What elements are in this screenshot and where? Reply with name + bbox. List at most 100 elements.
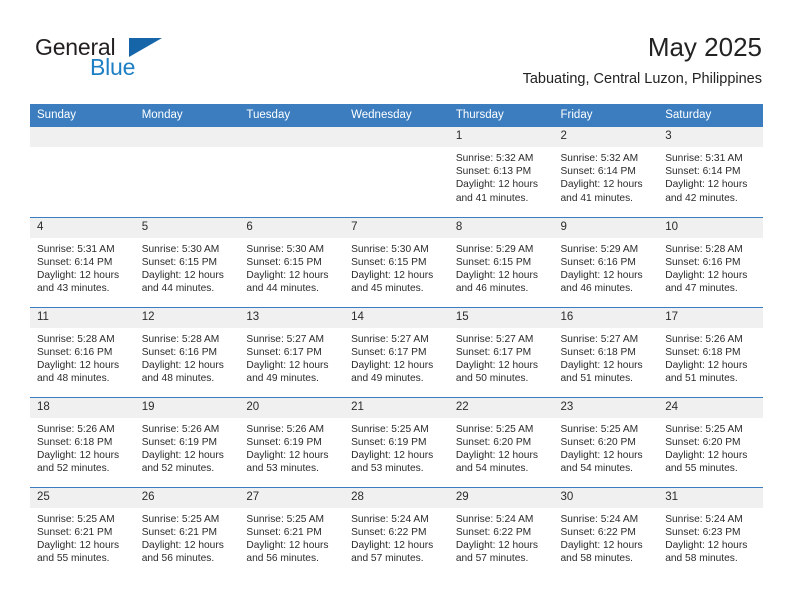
day-detail-line: Daylight: 12 hours bbox=[351, 449, 434, 461]
day-detail-line: Daylight: 12 hours bbox=[37, 359, 120, 371]
day-detail-line: and 44 minutes. bbox=[246, 283, 319, 295]
brand-logo[interactable]: General Blue bbox=[30, 32, 250, 88]
day-detail-line: Sunset: 6:16 PM bbox=[141, 346, 218, 358]
day-number: 3 bbox=[658, 127, 763, 147]
calendar-day-cell[interactable]: 5 Sunrise: 5:30 AM Sunset: 6:15 PM Daylight… bbox=[134, 216, 240, 307]
day-detail-line: and 56 minutes. bbox=[141, 553, 215, 565]
calendar-day-cell[interactable]: 26 Sunrise: 5:25 AM Sunset: 6:21 PM Dayligh… bbox=[134, 486, 240, 577]
calendar-day-cell[interactable]: 22 Sunrise: 5:25 AM Sunset: 6:20 PM Dayligh… bbox=[448, 396, 554, 487]
day-number bbox=[30, 127, 135, 147]
day-detail-line: Sunset: 6:21 PM bbox=[37, 526, 113, 538]
day-detail-line: Sunrise: 5:27 AM bbox=[351, 333, 429, 345]
day-details: Sunrise: 5:25 AM Sunset: 6:21 PM Daylight:… bbox=[30, 508, 135, 566]
day-number: 26 bbox=[134, 487, 240, 508]
calendar-day-cell[interactable]: 16 Sunrise: 5:27 AM Sunset: 6:18 PM Dayligh… bbox=[553, 306, 659, 397]
day-details: Sunrise: 5:25 AM Sunset: 6:20 PM Daylight:… bbox=[658, 418, 763, 476]
day-detail-line: Daylight: 12 hours bbox=[246, 539, 329, 551]
day-details: Sunrise: 5:30 AM Sunset: 6:15 PM Daylight:… bbox=[344, 238, 449, 296]
calendar-day-cell[interactable]: 7 Sunrise: 5:30 AM Sunset: 6:15 PM Daylight… bbox=[344, 216, 449, 307]
day-details: Sunrise: 5:25 AM Sunset: 6:20 PM Daylight:… bbox=[449, 418, 554, 476]
day-details: Sunrise: 5:30 AM Sunset: 6:15 PM Daylight:… bbox=[135, 238, 240, 296]
day-detail-line: Daylight: 12 hours bbox=[141, 449, 224, 461]
day-number: 13 bbox=[239, 307, 345, 328]
day-detail-line: and 58 minutes. bbox=[665, 553, 738, 565]
day-detail-line: Daylight: 12 hours bbox=[665, 539, 748, 551]
calendar-day-cell[interactable]: 9 Sunrise: 5:29 AM Sunset: 6:16 PM Daylight… bbox=[553, 216, 659, 307]
calendar-day-cell[interactable]: 23 Sunrise: 5:25 AM Sunset: 6:20 PM Dayligh… bbox=[553, 396, 659, 487]
page-subtitle: Tabuating, Central Luzon, Philippines bbox=[522, 71, 762, 87]
calendar-day-cell[interactable]: 3 Sunrise: 5:31 AM Sunset: 6:14 PM Daylight… bbox=[658, 127, 763, 217]
day-detail-line: Sunset: 6:16 PM bbox=[37, 346, 113, 358]
calendar-day-cell[interactable]: 12 Sunrise: 5:28 AM Sunset: 6:16 PM Dayligh… bbox=[134, 306, 240, 397]
calendar-day-cell[interactable]: 1 Sunrise: 5:32 AM Sunset: 6:13 PM Daylight… bbox=[448, 127, 554, 217]
day-number: 19 bbox=[134, 397, 240, 418]
day-detail-line: Daylight: 12 hours bbox=[246, 449, 329, 461]
day-number: 18 bbox=[30, 397, 135, 418]
calendar-day-cell[interactable]: 31 Sunrise: 5:24 AM Sunset: 6:23 PM Dayligh… bbox=[658, 486, 763, 577]
day-detail-line: and 49 minutes. bbox=[246, 373, 319, 385]
day-number: 17 bbox=[658, 307, 763, 328]
calendar-day-cell[interactable]: 6 Sunrise: 5:30 AM Sunset: 6:15 PM Daylight… bbox=[239, 216, 345, 307]
calendar-day-cell[interactable]: 21 Sunrise: 5:25 AM Sunset: 6:19 PM Dayligh… bbox=[344, 396, 449, 487]
day-detail-line: Sunset: 6:17 PM bbox=[351, 346, 427, 358]
day-detail-line: Daylight: 12 hours bbox=[455, 269, 538, 281]
day-details: Sunrise: 5:25 AM Sunset: 6:21 PM Daylight:… bbox=[135, 508, 240, 566]
day-detail-line: Sunset: 6:16 PM bbox=[665, 256, 741, 268]
day-detail-line: Sunset: 6:20 PM bbox=[665, 436, 741, 448]
day-detail-line: Sunrise: 5:27 AM bbox=[455, 333, 534, 345]
calendar-day-cell[interactable]: 30 Sunrise: 5:24 AM Sunset: 6:22 PM Dayligh… bbox=[553, 486, 659, 577]
calendar-day-cell[interactable]: 15 Sunrise: 5:27 AM Sunset: 6:17 PM Dayligh… bbox=[448, 306, 554, 397]
calendar-day-cell[interactable]: 17 Sunrise: 5:26 AM Sunset: 6:18 PM Dayligh… bbox=[658, 306, 763, 397]
calendar-day-cell[interactable]: 10 Sunrise: 5:28 AM Sunset: 6:16 PM Dayligh… bbox=[658, 216, 763, 307]
day-detail-line: Sunrise: 5:29 AM bbox=[455, 243, 534, 255]
day-number bbox=[344, 127, 449, 147]
day-detail-line: Sunset: 6:15 PM bbox=[351, 256, 427, 268]
calendar-day-cell[interactable]: 19 Sunrise: 5:26 AM Sunset: 6:19 PM Dayligh… bbox=[134, 396, 240, 487]
calendar-day-cell[interactable]: 2 Sunrise: 5:32 AM Sunset: 6:14 PM Daylight… bbox=[553, 127, 659, 217]
day-detail-line: Sunrise: 5:25 AM bbox=[141, 513, 220, 525]
calendar-day-cell[interactable]: 4 Sunrise: 5:31 AM Sunset: 6:14 PM Daylight… bbox=[30, 216, 135, 307]
day-number: 9 bbox=[553, 217, 659, 238]
day-number: 20 bbox=[239, 397, 345, 418]
day-detail-line: Sunset: 6:13 PM bbox=[455, 166, 532, 178]
day-detail-line: Daylight: 12 hours bbox=[37, 269, 120, 281]
day-detail-line: Daylight: 12 hours bbox=[37, 539, 120, 551]
calendar-day-cell[interactable]: 14 Sunrise: 5:27 AM Sunset: 6:17 PM Dayligh… bbox=[344, 306, 449, 397]
day-detail-line: and 41 minutes. bbox=[455, 192, 529, 204]
day-detail-line: and 55 minutes. bbox=[37, 553, 110, 565]
day-detail-line: Daylight: 12 hours bbox=[665, 359, 748, 371]
day-detail-line: Sunset: 6:17 PM bbox=[455, 346, 532, 358]
calendar-day-cell[interactable]: 8 Sunrise: 5:29 AM Sunset: 6:15 PM Daylight… bbox=[448, 216, 554, 307]
calendar-day-cell[interactable]: 27 Sunrise: 5:25 AM Sunset: 6:21 PM Dayligh… bbox=[239, 486, 345, 577]
day-detail-line: and 50 minutes. bbox=[455, 373, 529, 385]
calendar-day-cell[interactable]: 29 Sunrise: 5:24 AM Sunset: 6:22 PM Dayligh… bbox=[448, 486, 554, 577]
calendar-page: General Blue May 2025 Tabuating, Central… bbox=[0, 0, 792, 612]
calendar-day-cell[interactable]: 18 Sunrise: 5:26 AM Sunset: 6:18 PM Dayligh… bbox=[30, 396, 135, 487]
calendar-day-cell[interactable]: 24 Sunrise: 5:25 AM Sunset: 6:20 PM Dayligh… bbox=[658, 396, 763, 487]
day-detail-line: and 51 minutes. bbox=[665, 373, 738, 385]
day-detail-line: Sunrise: 5:25 AM bbox=[37, 513, 115, 525]
day-detail-line: Daylight: 12 hours bbox=[665, 449, 748, 461]
calendar-day-cell[interactable]: 25 Sunrise: 5:25 AM Sunset: 6:21 PM Dayligh… bbox=[30, 486, 135, 577]
calendar-day-cell[interactable]: 11 Sunrise: 5:28 AM Sunset: 6:16 PM Dayligh… bbox=[30, 306, 135, 397]
day-detail-line: and 55 minutes. bbox=[665, 463, 738, 475]
day-detail-line: and 54 minutes. bbox=[560, 463, 634, 475]
day-number: 23 bbox=[553, 397, 659, 418]
day-detail-line: Sunrise: 5:24 AM bbox=[665, 513, 743, 525]
day-detail-line: and 41 minutes. bbox=[560, 192, 634, 204]
weekday-header-wednesday: Wednesday bbox=[344, 104, 449, 127]
day-number: 7 bbox=[344, 217, 449, 238]
day-details: Sunrise: 5:28 AM Sunset: 6:16 PM Daylight:… bbox=[30, 328, 135, 386]
day-detail-line: Sunset: 6:22 PM bbox=[455, 526, 532, 538]
day-number: 29 bbox=[448, 487, 554, 508]
day-detail-line: Sunset: 6:19 PM bbox=[141, 436, 218, 448]
calendar-day-cell[interactable]: 20 Sunrise: 5:26 AM Sunset: 6:19 PM Dayligh… bbox=[239, 396, 345, 487]
day-detail-line: Daylight: 12 hours bbox=[246, 359, 329, 371]
day-detail-line: and 58 minutes. bbox=[560, 553, 634, 565]
day-detail-line: Sunset: 6:14 PM bbox=[665, 166, 741, 178]
day-details: Sunrise: 5:26 AM Sunset: 6:19 PM Daylight:… bbox=[239, 418, 344, 476]
calendar-day-cell[interactable]: 13 Sunrise: 5:27 AM Sunset: 6:17 PM Dayligh… bbox=[239, 306, 345, 397]
day-detail-line: Sunrise: 5:30 AM bbox=[141, 243, 220, 255]
calendar-day-cell[interactable]: 28 Sunrise: 5:24 AM Sunset: 6:22 PM Dayligh… bbox=[344, 486, 449, 577]
day-detail-line: Sunset: 6:15 PM bbox=[455, 256, 532, 268]
